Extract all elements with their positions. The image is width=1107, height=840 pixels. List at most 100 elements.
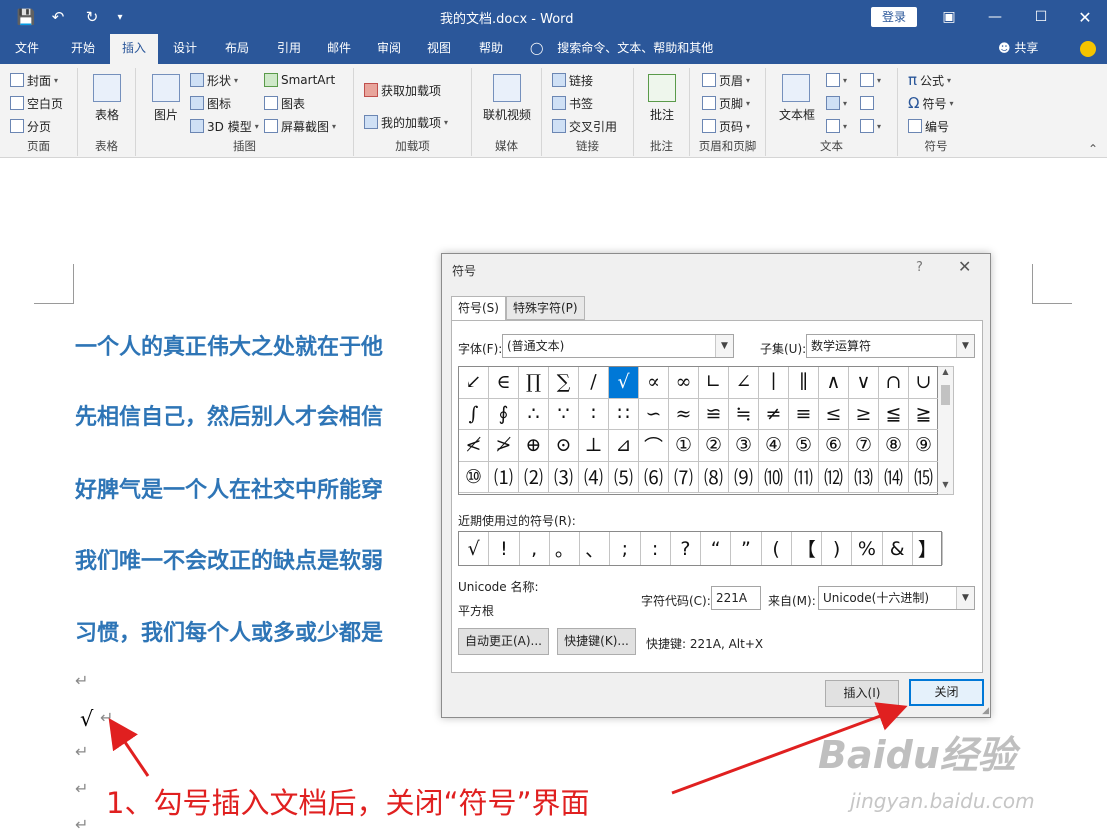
- symbol-cell[interactable]: ≌: [699, 398, 729, 430]
- symbol-cell[interactable]: ≡: [789, 398, 819, 430]
- tab-insert[interactable]: 插入: [110, 34, 158, 64]
- symbol-cell[interactable]: ⊕: [519, 430, 549, 462]
- symbol-cell[interactable]: ∝: [639, 367, 669, 399]
- object-button[interactable]: ▾: [860, 116, 881, 136]
- autocorrect-button[interactable]: 自动更正(A)...: [458, 628, 549, 655]
- symbol-cell[interactable]: ≯: [489, 430, 519, 462]
- symbol-cell[interactable]: ⑸: [609, 461, 639, 493]
- symbol-cell[interactable]: ⒁: [879, 461, 909, 493]
- symbol-cell[interactable]: ∶: [579, 398, 609, 430]
- pictures-button[interactable]: 图片: [142, 106, 190, 123]
- symbol-cell[interactable]: ⑾: [789, 461, 819, 493]
- symbol-cell[interactable]: ⑿: [819, 461, 849, 493]
- recent-symbol-cell[interactable]: (: [762, 532, 792, 565]
- doc-line-3[interactable]: 好脾气是一个人在社交中所能穿: [75, 472, 383, 504]
- symbol-cell[interactable]: ∏: [519, 367, 549, 399]
- symbol-cell[interactable]: ⑶: [549, 461, 579, 493]
- recent-symbols-row[interactable]: √!,。、;:? “”(【)% &】: [458, 531, 943, 566]
- bookmark-button[interactable]: 书签: [552, 93, 593, 113]
- tab-review[interactable]: 审阅: [364, 34, 414, 64]
- symbol-cell[interactable]: ∴: [519, 398, 549, 430]
- symbol-cell[interactable]: ⑽: [759, 461, 789, 493]
- close-window-icon[interactable]: ✕: [1062, 0, 1107, 34]
- customize-qat-icon[interactable]: ▾: [108, 5, 132, 29]
- symbol-cell[interactable]: ⑴: [489, 461, 519, 493]
- scroll-up-icon[interactable]: ▲: [938, 367, 953, 381]
- recent-symbol-cell[interactable]: 】: [913, 532, 943, 565]
- symbol-cell[interactable]: ∽: [639, 398, 669, 430]
- symbol-cell[interactable]: ⑻: [699, 461, 729, 493]
- recent-symbol-cell[interactable]: &: [883, 532, 913, 565]
- symbol-cell[interactable]: ∧: [819, 367, 849, 399]
- my-addins-button[interactable]: 我的加载项 ▾: [364, 112, 448, 132]
- symbol-cell[interactable]: ⊙: [549, 430, 579, 462]
- login-button[interactable]: 登录: [871, 7, 917, 27]
- collapse-ribbon-icon[interactable]: ⌃: [1088, 142, 1098, 156]
- symbol-cell[interactable]: ⊿: [609, 430, 639, 462]
- quick-parts-button[interactable]: ▾: [826, 70, 847, 90]
- undo-icon[interactable]: ↶: [46, 5, 70, 29]
- symbol-cell[interactable]: ∨: [849, 367, 879, 399]
- close-button[interactable]: 关闭: [909, 679, 984, 706]
- insert-button[interactable]: 插入(I): [825, 680, 899, 707]
- symbol-cell[interactable]: ≧: [909, 398, 939, 430]
- recent-symbol-cell[interactable]: 【: [792, 532, 822, 565]
- share-button[interactable]: ☻ 共享: [998, 34, 1038, 64]
- online-video-button[interactable]: 联机视频: [472, 106, 542, 123]
- symbol-cell[interactable]: ↙: [459, 367, 489, 399]
- number-button[interactable]: 编号: [908, 116, 949, 136]
- symbol-cell[interactable]: ∈: [489, 367, 519, 399]
- screenshot-button[interactable]: 屏幕截图 ▾: [264, 116, 336, 136]
- doc-line-1[interactable]: 一个人的真正伟大之处就在于他: [75, 329, 383, 361]
- symbol-cell[interactable]: ⑦: [849, 430, 879, 462]
- tab-symbols[interactable]: 符号(S): [451, 296, 506, 321]
- symbol-cell[interactable]: ⑧: [879, 430, 909, 462]
- recent-symbol-cell[interactable]: !: [489, 532, 520, 565]
- recent-symbol-cell[interactable]: 。: [550, 532, 580, 565]
- symbol-cell[interactable]: ∪: [909, 367, 939, 399]
- tab-design[interactable]: 设计: [160, 34, 210, 64]
- symbol-cell[interactable]: ≠: [759, 398, 789, 430]
- doc-line-5[interactable]: 习惯，我们每个人或多或少都是: [75, 615, 383, 647]
- symbol-cell[interactable]: ∣: [759, 367, 789, 399]
- recent-symbol-cell[interactable]: ?: [671, 532, 701, 565]
- symbol-cell[interactable]: ⑷: [579, 461, 609, 493]
- page-break-button[interactable]: 分页: [10, 116, 51, 136]
- ribbon-display-options-icon[interactable]: ▣: [926, 0, 972, 34]
- symbol-cell[interactable]: ≮: [459, 430, 489, 462]
- minimize-icon[interactable]: —: [972, 0, 1018, 34]
- redo-icon[interactable]: ↻: [80, 5, 104, 29]
- symbol-cell[interactable]: ⒂: [909, 461, 939, 493]
- subset-select[interactable]: 数学运算符 ▼: [806, 334, 975, 358]
- cover-page-button[interactable]: 封面 ▾: [10, 70, 58, 90]
- shapes-button[interactable]: 形状 ▾: [190, 70, 238, 90]
- recent-symbol-cell[interactable]: ,: [520, 532, 550, 565]
- doc-line-4[interactable]: 我们唯一不会改正的缺点是软弱: [75, 543, 383, 575]
- tab-references[interactable]: 引用: [264, 34, 314, 64]
- icons-button[interactable]: 图标: [190, 93, 231, 113]
- inserted-checkmark[interactable]: √: [80, 707, 93, 731]
- symbol-grid-scrollbar[interactable]: ▲ ▼: [938, 366, 954, 495]
- symbol-button[interactable]: Ω 符号 ▾: [908, 93, 954, 113]
- symbol-cell[interactable]: ≈: [669, 398, 699, 430]
- tab-special-characters[interactable]: 特殊字符(P): [506, 296, 585, 320]
- symbol-cell[interactable]: ⑩: [459, 461, 489, 493]
- blank-page-button[interactable]: 空白页: [10, 93, 63, 113]
- chart-button[interactable]: 图表: [264, 93, 305, 113]
- recent-symbol-cell[interactable]: ;: [610, 532, 641, 565]
- recent-symbol-cell[interactable]: ): [822, 532, 853, 565]
- equation-button[interactable]: π 公式 ▾: [908, 70, 951, 90]
- tab-view[interactable]: 视图: [414, 34, 464, 64]
- recent-symbol-cell[interactable]: %: [852, 532, 883, 565]
- cross-reference-button[interactable]: 交叉引用: [552, 116, 617, 136]
- page-number-button[interactable]: 页码 ▾: [702, 116, 750, 136]
- tab-layout[interactable]: 布局: [212, 34, 262, 64]
- symbol-cell[interactable]: √: [609, 367, 639, 399]
- symbol-cell[interactable]: ⑥: [819, 430, 849, 462]
- symbol-cell[interactable]: ⌒: [639, 430, 669, 462]
- recent-symbol-cell[interactable]: ”: [731, 532, 762, 565]
- scroll-down-icon[interactable]: ▼: [938, 480, 953, 494]
- wordart-button[interactable]: ▾: [826, 93, 847, 113]
- symbol-cell[interactable]: ∟: [699, 367, 729, 399]
- header-button[interactable]: 页眉 ▾: [702, 70, 750, 90]
